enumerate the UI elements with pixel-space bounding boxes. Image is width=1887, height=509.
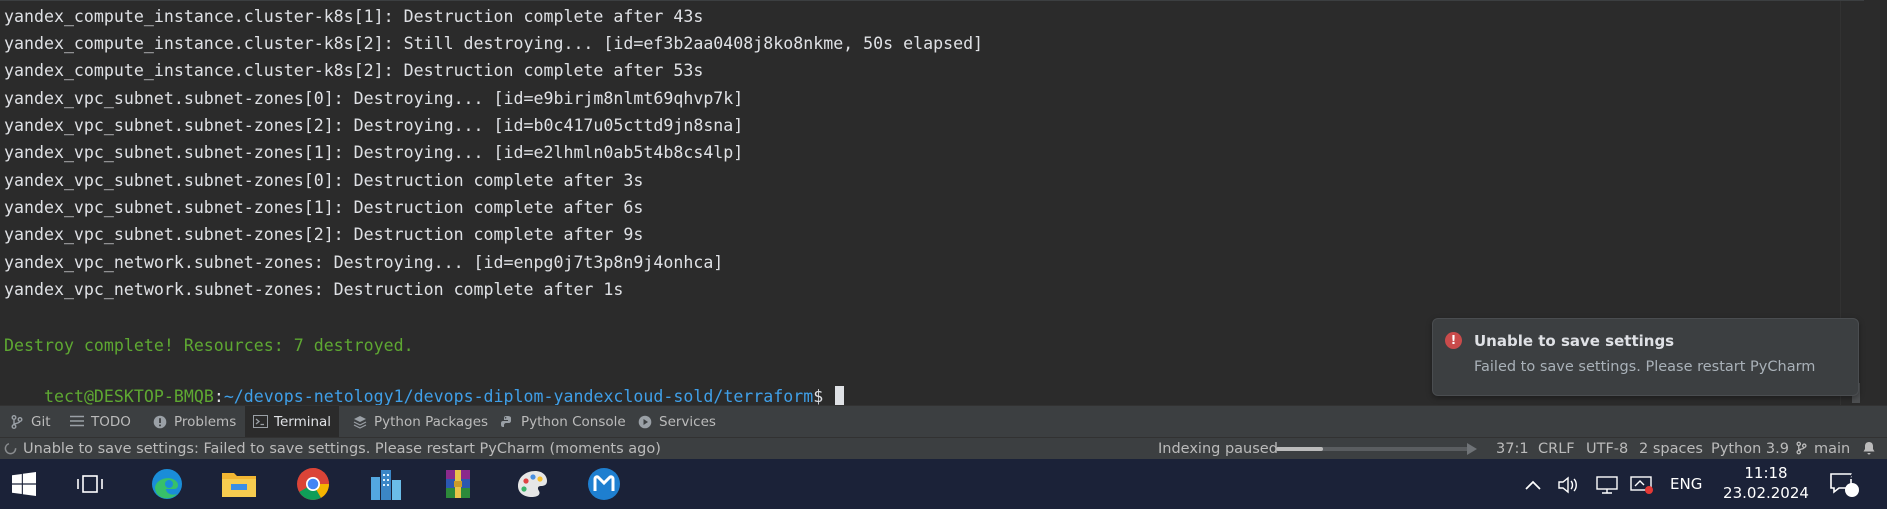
tab-git[interactable]: Git (2, 406, 59, 438)
winrar-icon[interactable] (434, 465, 482, 503)
action-center-icon[interactable]: 2 (1830, 459, 1860, 509)
caret-position[interactable]: 37:1 (1496, 438, 1529, 460)
prompt-host: @DESKTOP-BMQB (83, 387, 214, 406)
tab-services[interactable]: Services (630, 406, 724, 438)
tab-problems[interactable]: Problems (145, 406, 244, 438)
git-branch[interactable]: main (1814, 438, 1850, 460)
status-bar: Unable to save settings: Failed to save … (0, 437, 1887, 460)
play-circle-icon (638, 415, 652, 429)
clock[interactable]: 11:18 23.02.2024 (1722, 463, 1810, 505)
file-explorer-icon[interactable] (215, 465, 263, 503)
notification-title: Unable to save settings (1474, 332, 1675, 350)
status-message[interactable]: Unable to save settings: Failed to save … (23, 438, 661, 460)
indent-setting[interactable]: 2 spaces (1639, 438, 1703, 460)
python-interpreter[interactable]: Python 3.9 (1711, 438, 1789, 460)
git-branch-icon (1796, 438, 1807, 460)
tab-todo[interactable]: TODO (62, 406, 139, 438)
indexing-progress-fill (1276, 447, 1323, 451)
terminal-line: yandex_vpc_network.subnet-zones: Destroy… (4, 253, 724, 272)
windows-taskbar: ENG 11:18 23.02.2024 2 (0, 459, 1887, 509)
loading-spinner-icon (4, 438, 17, 460)
list-icon (70, 415, 84, 429)
indexing-progress-bar (1276, 447, 1471, 451)
volume-icon[interactable] (1558, 459, 1582, 509)
terminal-line: yandex_vpc_subnet.subnet-zones[1]: Destr… (4, 198, 644, 217)
chevron-up-icon[interactable] (1525, 459, 1541, 509)
destroy-complete-message: Destroy complete! Resources: 7 destroyed… (4, 336, 414, 355)
paint-icon[interactable] (508, 465, 556, 503)
terminal-line: yandex_compute_instance.cluster-k8s[2]: … (4, 34, 984, 53)
notification-body: Failed to save settings. Please restart … (1474, 359, 1816, 375)
notifications-count: 2 (1847, 468, 1856, 482)
tab-todo-label: TODO (91, 414, 131, 430)
terminal-prompt[interactable]: tect@DESKTOP-BMQB:~/devops-netology1/dev… (4, 361, 845, 408)
warning-circle-icon (153, 415, 167, 429)
tab-git-label: Git (31, 414, 51, 430)
notification-bell-icon[interactable] (1862, 438, 1876, 460)
terminal-line: yandex_vpc_subnet.subnet-zones[0]: Destr… (4, 89, 744, 108)
clock-date: 23.02.2024 (1723, 484, 1809, 502)
terminal-line: yandex_compute_instance.cluster-k8s[1]: … (4, 7, 704, 26)
terminal-line: yandex_compute_instance.cluster-k8s[2]: … (4, 61, 704, 80)
keyboard-language[interactable]: ENG (1670, 459, 1702, 509)
tab-python-packages[interactable]: Python Packages (345, 406, 496, 438)
indexing-status[interactable]: Indexing paused (1158, 438, 1278, 460)
prompt-user: tect (43, 387, 84, 406)
task-view-icon[interactable] (66, 465, 114, 503)
tab-python-console[interactable]: Python Console (492, 406, 634, 438)
git-branch-icon (10, 415, 24, 429)
windows-start-icon[interactable] (0, 465, 48, 503)
tab-python-packages-label: Python Packages (374, 414, 489, 430)
terminal-line: yandex_vpc_subnet.subnet-zones[1]: Destr… (4, 143, 744, 162)
error-icon: ! (1445, 332, 1462, 349)
line-separator[interactable]: CRLF (1538, 438, 1575, 460)
clock-time: 11:18 (1744, 464, 1788, 482)
resume-indexing-icon[interactable] (1467, 443, 1477, 455)
edge-icon[interactable] (143, 465, 191, 503)
city-app-icon[interactable] (362, 465, 410, 503)
network-icon[interactable] (1596, 459, 1618, 509)
tool-window-bar: Git TODO Problems Terminal Python Packag… (0, 405, 1887, 438)
tab-terminal-label: Terminal (274, 414, 332, 430)
tab-problems-label: Problems (174, 414, 237, 430)
layers-icon (353, 415, 367, 429)
prompt-colon: : (213, 387, 224, 406)
terminal-line: yandex_vpc_network.subnet-zones: Destruc… (4, 280, 624, 299)
terminal-line: yandex_vpc_subnet.subnet-zones[2]: Destr… (4, 225, 644, 244)
prompt-path: ~/devops-netology1/devops-diplom-yandexc… (223, 387, 814, 406)
terminal-icon (253, 415, 268, 429)
tab-terminal[interactable]: Terminal (245, 406, 340, 438)
error-notification[interactable]: ! Unable to save settings Failed to save… (1432, 318, 1859, 396)
screen-share-icon[interactable] (1630, 459, 1654, 509)
chrome-icon[interactable] (289, 465, 337, 503)
tab-services-label: Services (659, 414, 716, 430)
tab-python-console-label: Python Console (521, 414, 626, 430)
terminal-line: yandex_vpc_subnet.subnet-zones[2]: Destr… (4, 116, 744, 135)
meta-app-icon[interactable] (580, 465, 628, 503)
python-icon (500, 415, 514, 429)
file-encoding[interactable]: UTF-8 (1586, 438, 1628, 460)
prompt-symbol: $ (813, 387, 824, 406)
terminal-line: yandex_vpc_subnet.subnet-zones[0]: Destr… (4, 171, 644, 190)
